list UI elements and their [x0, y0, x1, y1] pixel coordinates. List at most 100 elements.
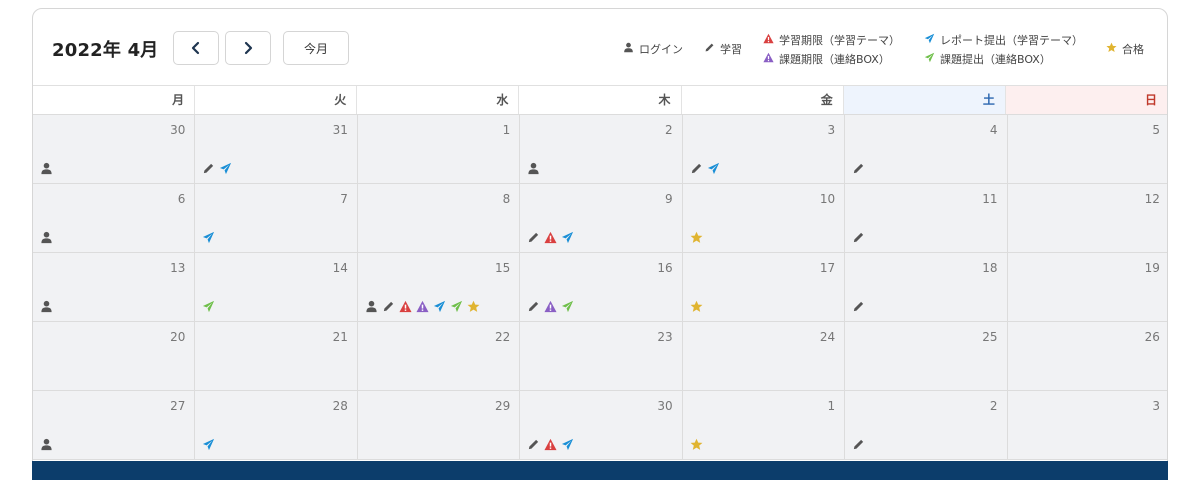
legend-report-submit: レポート提出（学習テーマ）	[924, 32, 1083, 48]
user-icon	[41, 300, 52, 313]
warning-legend-icon-wrap	[763, 33, 779, 47]
calendar-day-cell[interactable]: 5	[1007, 115, 1167, 183]
calendar-day-cell[interactable]: 12	[1007, 184, 1167, 252]
day-number: 2	[989, 399, 998, 413]
paper-plane-legend-icon-wrap	[924, 52, 940, 66]
calendar-day-cell[interactable]: 1	[682, 391, 846, 459]
day-activity-icons	[690, 162, 720, 175]
calendar-day-cell[interactable]: 31	[195, 115, 358, 183]
calendar-day-cell[interactable]: 6	[33, 184, 196, 252]
user-icon	[366, 300, 377, 313]
calendar-day-cell[interactable]: 11	[845, 184, 1008, 252]
weekday-header: 月 火 水 木 金 土 日	[33, 86, 1167, 115]
calendar-day-cell[interactable]: 10	[682, 184, 846, 252]
legend-pass: 合格	[1106, 41, 1144, 57]
calendar-day-cell[interactable]: 9	[520, 184, 683, 252]
day-number: 6	[177, 192, 186, 206]
day-number: 16	[657, 261, 673, 275]
calendar-day-cell[interactable]: 30	[33, 115, 196, 183]
user-icon	[624, 42, 633, 53]
day-activity-icons	[527, 438, 574, 451]
pencil-icon	[691, 163, 701, 174]
calendar-week-row: 27 28 29 30 1 2 3	[33, 391, 1167, 460]
star-icon	[690, 438, 703, 450]
calendar-day-cell[interactable]: 16	[520, 253, 683, 321]
calendar-day-cell[interactable]: 2	[520, 115, 683, 183]
calendar-day-cell[interactable]: 20	[33, 322, 196, 390]
legend-task-submit: 課題提出（連絡BOX）	[924, 51, 1051, 67]
day-number: 8	[502, 192, 511, 206]
calendar-day-cell[interactable]: 21	[195, 322, 358, 390]
day-number: 31	[332, 123, 348, 137]
calendar-day-cell[interactable]: 14	[195, 253, 358, 321]
day-activity-icons	[40, 162, 53, 175]
calendar-day-cell[interactable]: 23	[520, 322, 683, 390]
day-activity-icons	[852, 231, 865, 244]
calendar-day-cell[interactable]: 28	[195, 391, 358, 459]
pencil-icon	[529, 439, 539, 450]
calendar-day-cell[interactable]: 29	[357, 391, 521, 459]
pencil-icon	[853, 439, 864, 450]
day-activity-icons	[202, 438, 215, 451]
day-number: 30	[170, 123, 186, 137]
user-icon	[41, 438, 52, 451]
calendar-week-row: 6 7 8 9 10 11 12	[33, 184, 1167, 253]
calendar-day-cell[interactable]: 30	[520, 391, 683, 459]
user-icon	[41, 162, 52, 175]
warning-icon	[763, 33, 774, 44]
paper-plane-legend-icon-wrap	[924, 33, 940, 47]
day-activity-icons	[852, 438, 865, 451]
star-icon	[467, 300, 480, 312]
day-number: 11	[982, 192, 998, 206]
paper-plane-icon	[707, 162, 719, 175]
day-activity-icons	[527, 300, 574, 313]
pencil-icon	[853, 232, 864, 243]
day-number: 18	[982, 261, 998, 275]
paper-plane-icon	[562, 300, 574, 313]
calendar-day-cell[interactable]: 18	[845, 253, 1008, 321]
weekday-sat: 土	[843, 86, 1006, 114]
weekday-mon: 月	[33, 86, 196, 114]
calendar-day-cell[interactable]: 24	[682, 322, 846, 390]
calendar-day-cell[interactable]: 26	[1007, 322, 1167, 390]
weekday-tue: 火	[195, 86, 358, 114]
day-number: 19	[1144, 261, 1160, 275]
calendar-day-cell[interactable]: 17	[682, 253, 846, 321]
calendar-week-row: 20 21 22 23 24 25 26	[33, 322, 1167, 391]
calendar-day-cell[interactable]: 25	[845, 322, 1008, 390]
user-legend-icon-wrap	[623, 42, 639, 56]
day-number: 15	[494, 261, 511, 275]
day-number: 25	[982, 330, 998, 344]
calendar-day-cell[interactable]: 3	[1007, 391, 1167, 459]
paper-plane-icon	[203, 231, 215, 244]
calendar-day-cell[interactable]: 4	[845, 115, 1008, 183]
weekday-thu: 木	[519, 86, 682, 114]
legend-study-deadline: 学習期限（学習テーマ）	[763, 32, 900, 48]
paper-plane-icon	[433, 300, 445, 313]
day-activity-icons	[202, 300, 215, 313]
day-number: 30	[657, 399, 673, 413]
calendar-day-cell[interactable]: 13	[33, 253, 196, 321]
legend-task-deadline-label: 課題期限（連絡BOX）	[779, 53, 890, 66]
day-number: 21	[332, 330, 348, 344]
weekday-fri: 金	[682, 86, 844, 114]
day-activity-icons	[40, 231, 53, 244]
day-activity-icons	[202, 231, 215, 244]
warning-icon	[544, 300, 557, 313]
day-number: 7	[340, 192, 348, 206]
warning-icon	[544, 231, 557, 244]
pencil-legend-icon-wrap	[704, 42, 720, 56]
calendar-day-cell[interactable]: 8	[357, 184, 521, 252]
calendar-day-cell[interactable]: 7	[195, 184, 358, 252]
legend-login-label: ログイン	[639, 43, 683, 56]
calendar-day-cell[interactable]: 22	[357, 322, 521, 390]
warning-legend-icon-wrap	[763, 52, 779, 66]
calendar-day-cell[interactable]: 15	[357, 253, 521, 321]
pencil-icon	[529, 232, 539, 243]
calendar-day-cell[interactable]: 2	[845, 391, 1008, 459]
calendar-day-cell[interactable]: 27	[33, 391, 196, 459]
legend-study-label: 学習	[720, 43, 742, 56]
calendar-day-cell[interactable]: 3	[682, 115, 846, 183]
calendar-day-cell[interactable]: 1	[357, 115, 521, 183]
calendar-day-cell[interactable]: 19	[1007, 253, 1167, 321]
